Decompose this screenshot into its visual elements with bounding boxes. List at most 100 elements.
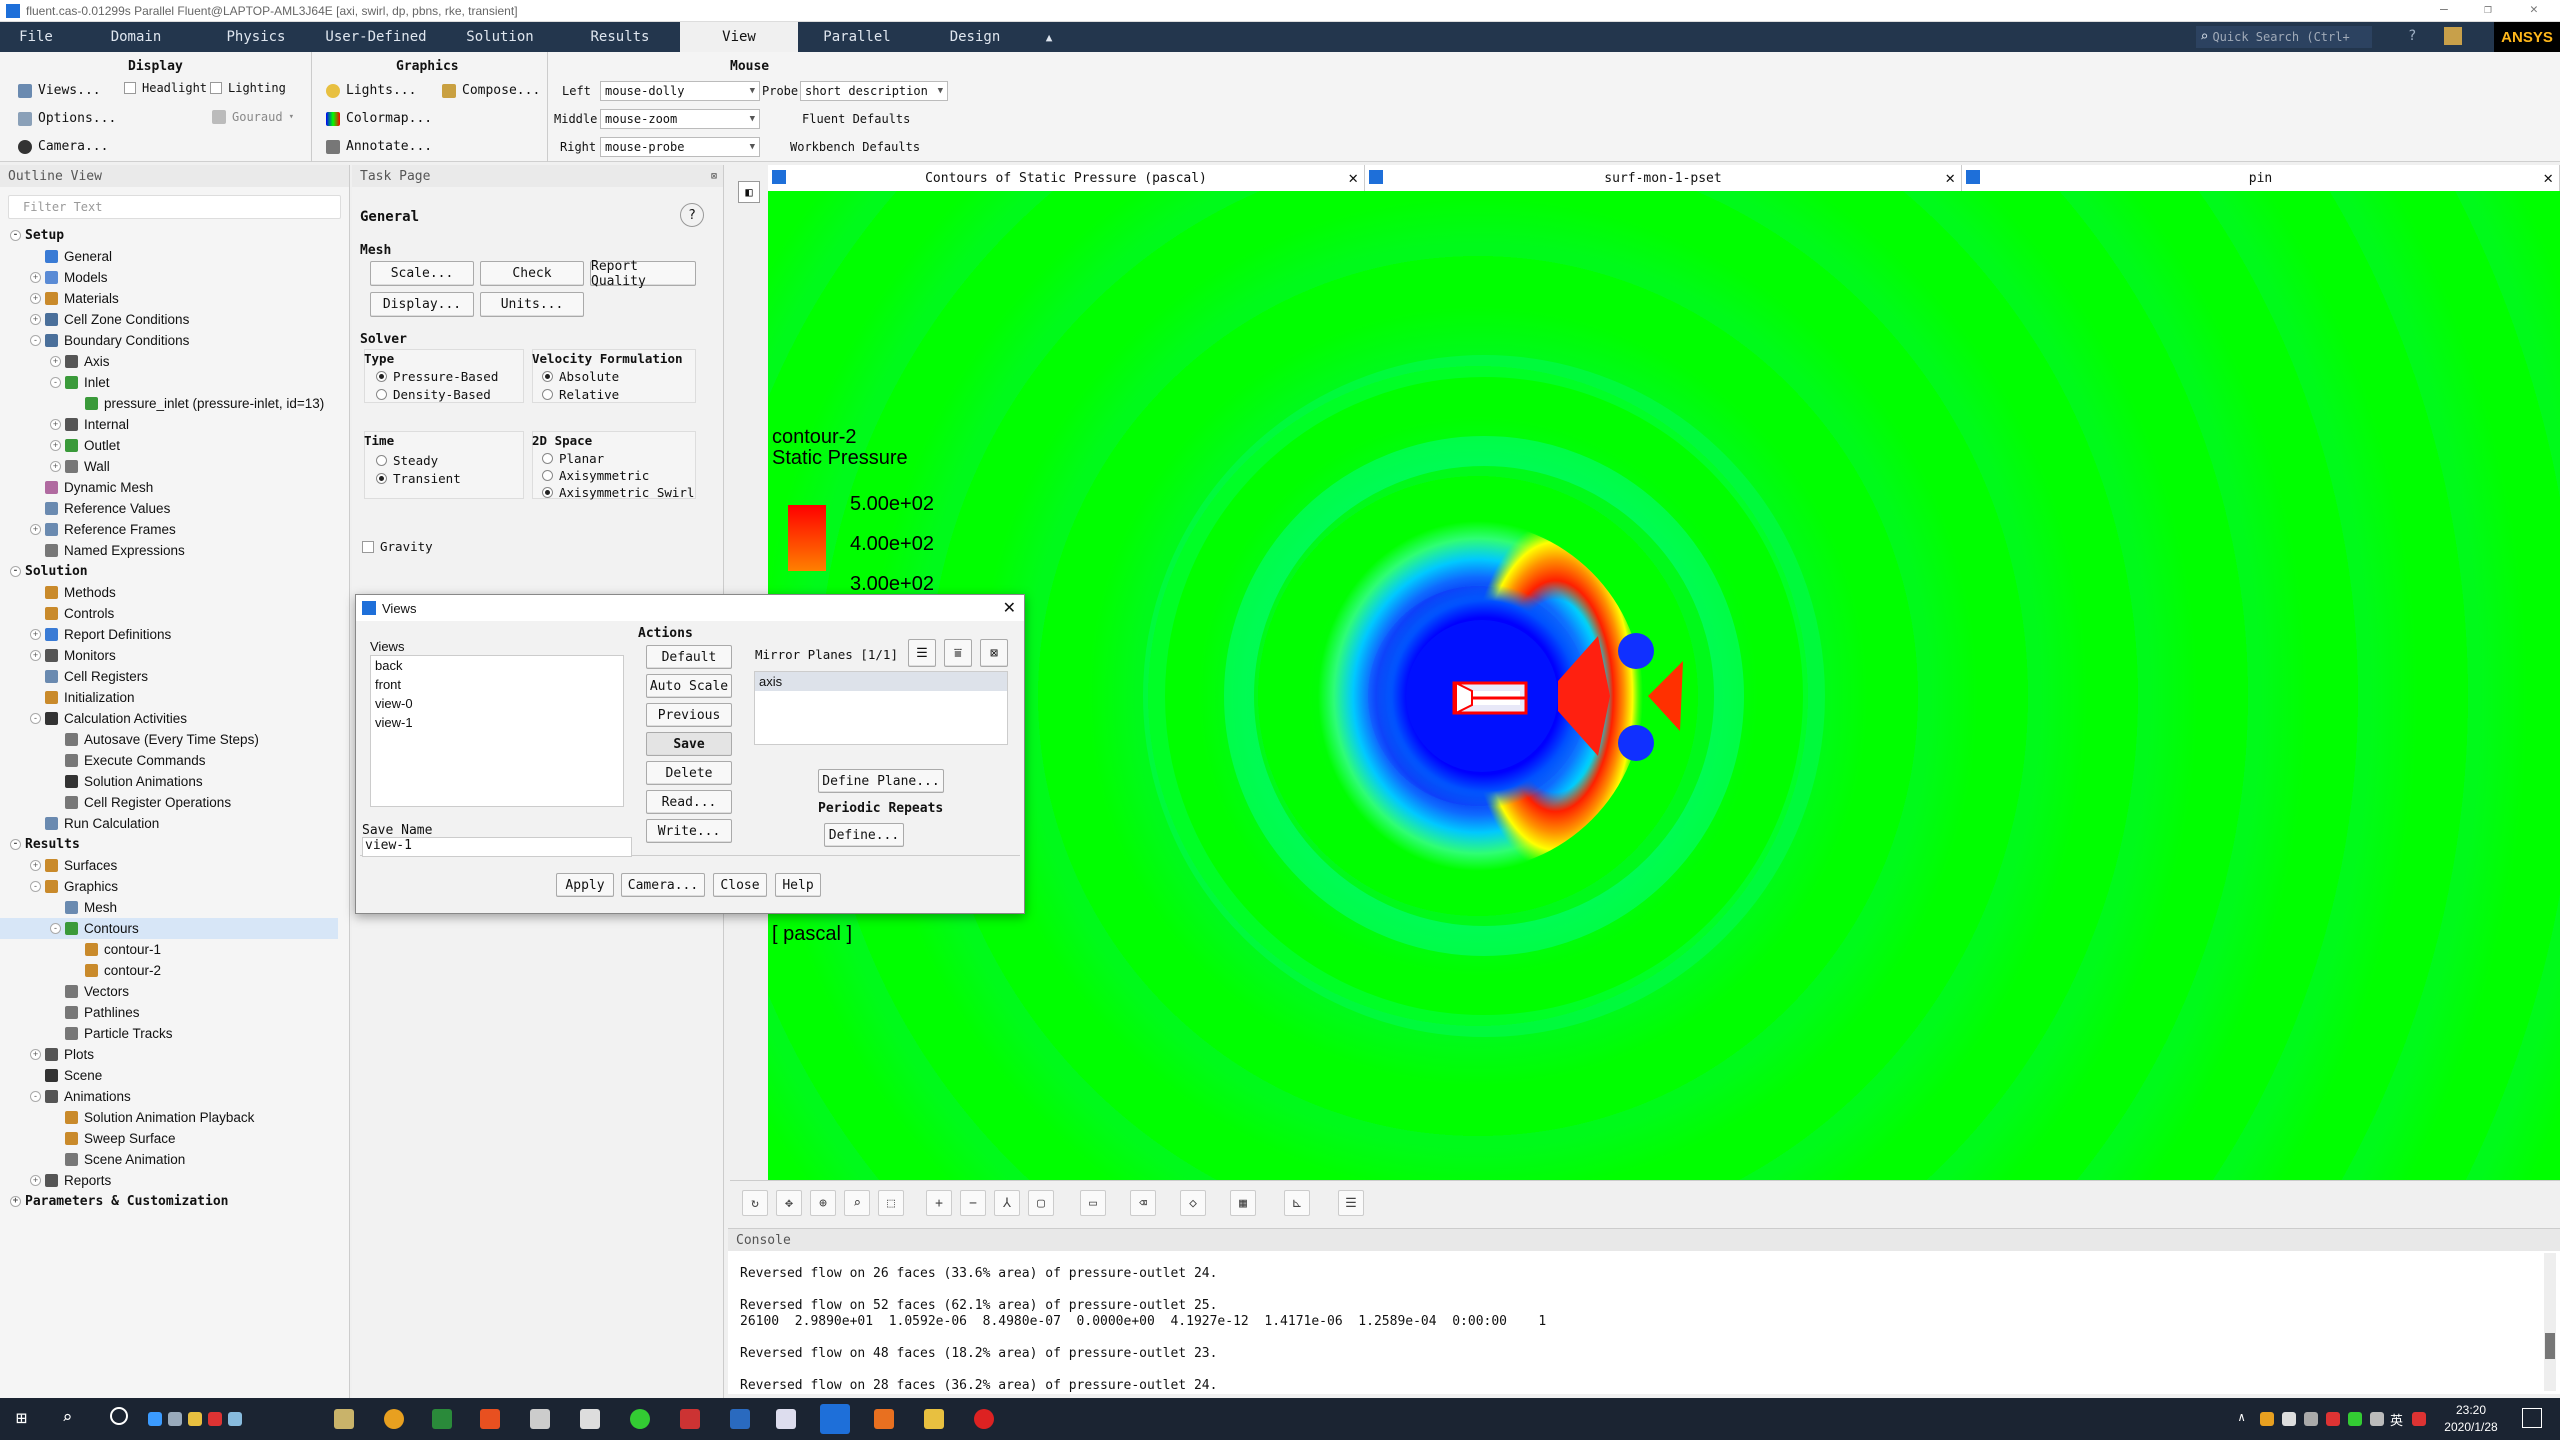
- tree-item[interactable]: - Contours: [0, 918, 338, 939]
- list-item[interactable]: view-0: [371, 694, 623, 713]
- wifi-icon[interactable]: [2304, 1412, 2318, 1426]
- radio-on[interactable]: [376, 371, 387, 382]
- minimize-icon[interactable]: —: [2440, 2, 2448, 17]
- wechat-tray-icon[interactable]: [2348, 1412, 2362, 1426]
- quick-launch-icon[interactable]: [228, 1412, 242, 1426]
- radio-on[interactable]: [542, 487, 553, 498]
- density-based-radio[interactable]: Density-Based: [376, 387, 491, 402]
- quick-search[interactable]: ⌕ Quick Search (Ctrl+: [2196, 26, 2372, 48]
- tree-item[interactable]: Run Calculation: [0, 813, 338, 834]
- tree-item[interactable]: - Results: [0, 834, 338, 855]
- quick-launch-icon[interactable]: [208, 1412, 222, 1426]
- console[interactable]: Console Reversed flow on 26 faces (33.6%…: [728, 1228, 2560, 1394]
- tree-item[interactable]: Vectors: [0, 981, 338, 1002]
- cortana-icon[interactable]: [110, 1407, 128, 1425]
- expand-icon[interactable]: +: [30, 314, 41, 325]
- delete-button[interactable]: Delete: [646, 761, 732, 785]
- select-all-icon[interactable]: ☰: [908, 639, 936, 667]
- zoom-out-icon[interactable]: −: [960, 1190, 986, 1216]
- pressure-based-radio[interactable]: Pressure-Based: [376, 369, 498, 384]
- expand-icon[interactable]: +: [30, 860, 41, 871]
- mirror-planes-list[interactable]: axis: [754, 671, 1008, 745]
- close-button[interactable]: Close: [713, 873, 767, 897]
- radio-off[interactable]: [542, 389, 553, 400]
- workbench-defaults-button[interactable]: Workbench Defaults: [790, 140, 920, 154]
- fit-to-window-icon[interactable]: ▢: [1028, 1190, 1054, 1216]
- relative-radio[interactable]: Relative: [542, 387, 619, 402]
- expand-icon[interactable]: +: [30, 629, 41, 640]
- tree-item[interactable]: + Internal: [0, 414, 338, 435]
- planar-radio[interactable]: Planar: [542, 451, 604, 466]
- expand-icon[interactable]: +: [30, 293, 41, 304]
- tree-item[interactable]: Dynamic Mesh: [0, 477, 338, 498]
- tree-item[interactable]: + Models: [0, 267, 338, 288]
- tree-item[interactable]: Solution Animation Playback: [0, 1107, 338, 1128]
- collapse-icon[interactable]: -: [50, 923, 61, 934]
- select-icon[interactable]: ⬚: [878, 1190, 904, 1216]
- taskbar-app-icon[interactable]: [776, 1409, 796, 1429]
- tree-item[interactable]: Cell Register Operations: [0, 792, 338, 813]
- tree-item[interactable]: + Monitors: [0, 645, 338, 666]
- tree-item[interactable]: Execute Commands: [0, 750, 338, 771]
- volume-icon[interactable]: [2370, 1412, 2384, 1426]
- collapse-icon[interactable]: -: [10, 566, 21, 577]
- notifications-icon[interactable]: [2522, 1408, 2542, 1428]
- options-button[interactable]: Options...: [18, 111, 116, 126]
- layout-icon[interactable]: ▦: [1230, 1190, 1256, 1216]
- previous-button[interactable]: Previous: [646, 703, 732, 727]
- taskbar-app-icon[interactable]: [974, 1409, 994, 1429]
- views-button[interactable]: Views...: [18, 83, 101, 98]
- tree-item[interactable]: - Boundary Conditions: [0, 330, 338, 351]
- close-icon[interactable]: ✕: [1348, 168, 1358, 187]
- tree-item[interactable]: + Materials: [0, 288, 338, 309]
- tree-item[interactable]: - Solution: [0, 561, 338, 582]
- radio-off[interactable]: [376, 389, 387, 400]
- axes-icon[interactable]: ⅄: [994, 1190, 1020, 1216]
- apply-button[interactable]: Apply: [556, 873, 614, 897]
- expand-icon[interactable]: +: [30, 272, 41, 283]
- excel-icon[interactable]: [432, 1409, 452, 1429]
- tray-icon[interactable]: [2326, 1412, 2340, 1426]
- write-button[interactable]: Write...: [646, 819, 732, 843]
- close-icon[interactable]: ✕: [1945, 168, 1955, 187]
- middle-mouse-select[interactable]: mouse-zoom ▼: [600, 109, 760, 129]
- report-quality-button[interactable]: Report Quality: [590, 259, 696, 289]
- clock[interactable]: 23:20 2020/1/28: [2436, 1402, 2506, 1436]
- colormap-button[interactable]: Colormap...: [326, 111, 432, 126]
- views-list[interactable]: back front view-0 view-1: [370, 655, 624, 807]
- menu-view[interactable]: View: [680, 22, 798, 52]
- menu-solution[interactable]: Solution: [440, 22, 560, 52]
- tree-item[interactable]: + Wall: [0, 456, 338, 477]
- tree-item[interactable]: Scene Animation: [0, 1149, 338, 1170]
- chrome-icon[interactable]: [384, 1409, 404, 1429]
- settings-icon[interactable]: [2444, 27, 2462, 45]
- tree-item[interactable]: Sweep Surface: [0, 1128, 338, 1149]
- expand-icon[interactable]: +: [50, 419, 61, 430]
- menu-parallel[interactable]: Parallel: [798, 22, 916, 52]
- fluent-taskbar-icon[interactable]: [820, 1404, 850, 1434]
- tree-item[interactable]: + Axis: [0, 351, 338, 372]
- tree-item[interactable]: Particle Tracks: [0, 1023, 338, 1044]
- collapse-ribbon-icon[interactable]: ▲: [1034, 22, 1064, 52]
- check-button[interactable]: Check: [480, 261, 584, 286]
- search-icon[interactable]: ⌕: [62, 1408, 72, 1428]
- tree-item[interactable]: + Plots: [0, 1044, 338, 1065]
- zoom-in-out-icon[interactable]: ⊕: [810, 1190, 836, 1216]
- units-button[interactable]: Units...: [480, 292, 584, 317]
- tree-item[interactable]: pressure_inlet (pressure-inlet, id=13): [0, 393, 338, 414]
- pdf-icon[interactable]: [680, 1409, 700, 1429]
- list-item[interactable]: axis: [755, 672, 1007, 691]
- radio-on[interactable]: [376, 473, 387, 484]
- headlight-check[interactable]: [124, 82, 136, 94]
- rotate-icon[interactable]: ↻: [742, 1190, 768, 1216]
- tree-item[interactable]: Reference Values: [0, 498, 338, 519]
- tree-item[interactable]: Scene: [0, 1065, 338, 1086]
- document-icon[interactable]: ☰: [1338, 1190, 1364, 1216]
- expand-icon[interactable]: +: [30, 1175, 41, 1186]
- menu-user-defined[interactable]: User-Defined: [312, 22, 440, 52]
- radio-off[interactable]: [542, 470, 553, 481]
- graphics-window[interactable]: contour-2 Static Pressure 5.00e+02 4.00e…: [768, 191, 2560, 1180]
- quick-launch-icon[interactable]: [148, 1412, 162, 1426]
- gravity-checkbox[interactable]: Gravity: [362, 539, 433, 554]
- tree-item[interactable]: - Inlet: [0, 372, 338, 393]
